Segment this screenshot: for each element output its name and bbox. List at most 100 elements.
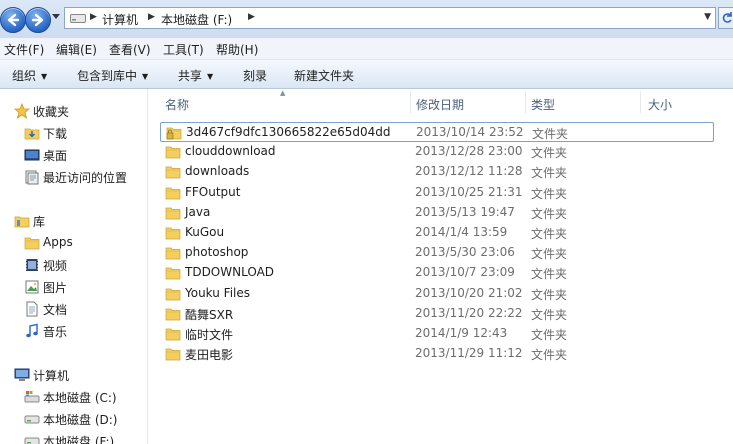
file-row[interactable]: FFOutput 2013/10/25 21:31 文件夹 [160,183,714,203]
file-name: clouddownload [185,144,276,159]
column-header-type[interactable]: 类型 [531,96,555,113]
column-header-name[interactable]: 名称 [165,96,189,113]
address-history-dropdown[interactable]: ▼ [704,12,711,22]
chevron-down-icon: ▼ [142,72,149,81]
address-field[interactable]: ▶ 计算机 ▶ 本地磁盘 (F:) ▶ ▼ [64,7,716,29]
organize-button[interactable]: 组织 ▼ [12,67,47,84]
file-row[interactable]: 3d467cf9dfc130665822e65d04dd 2013/10/14 2… [160,122,714,142]
nav-item-label: 本地磁盘 (F:) [43,435,115,444]
file-row[interactable]: photoshop 2013/5/30 23:06 文件夹 [160,243,714,263]
picture-icon [25,280,39,294]
drive-icon [24,415,40,424]
file-row[interactable]: TDDOWNLOAD 2013/10/7 23:09 文件夹 [160,263,714,283]
column-header-date[interactable]: 修改日期 [416,96,464,113]
nav-item-label: 最近访问的位置 [43,171,128,185]
music-icon [26,323,38,338]
menu-file[interactable]: 文件(F) [4,41,44,58]
file-row[interactable]: 酷舞SXR 2013/11/20 22:22 文件夹 [160,304,714,324]
sort-ascending-icon: ▲ [280,89,286,97]
folder-icon [165,265,181,284]
share-button[interactable]: 共享 ▼ [178,67,213,84]
nav-favorites-label: 收藏夹 [33,105,70,119]
folder-icon [165,164,181,183]
file-type: 文件夹 [531,166,568,181]
folder-icon [165,185,181,204]
forward-button[interactable] [25,7,51,33]
file-type: 文件夹 [531,348,568,363]
menu-edit[interactable]: 编辑(E) [56,41,97,58]
recent-places-icon [25,170,39,185]
file-name: 临时文件 [185,328,234,342]
menu-bar: 文件(F) 编辑(E) 查看(V) 工具(T) 帮助(H) [0,38,733,60]
column-header-size[interactable]: 大小 [648,96,672,113]
file-type: 文件夹 [531,186,568,201]
file-row[interactable]: Youku Files 2013/10/20 21:02 文件夹 [160,284,714,304]
file-modified-date: 2013/10/20 21:02 [415,285,523,300]
refresh-button[interactable] [718,7,733,29]
refresh-icon [722,12,732,23]
nav-item-label: 视频 [43,259,68,273]
file-modified-date: 2013/11/29 11:12 [415,346,523,361]
file-type: 文件夹 [531,307,568,322]
breadcrumb-separator[interactable]: ▶ [148,12,155,22]
breadcrumb-drive-f[interactable]: 本地磁盘 (F:) [161,11,232,28]
back-button[interactable] [0,7,26,33]
column-divider[interactable] [525,91,526,113]
column-divider[interactable] [640,91,641,113]
file-name: photoshop [185,245,249,260]
file-type: 文件夹 [531,267,568,282]
menu-help[interactable]: 帮助(H) [216,41,258,58]
file-type: 文件夹 [531,328,568,342]
file-type: 文件夹 [531,146,568,161]
file-type: 文件夹 [531,247,568,262]
file-list-pane: ▲ 名称 修改日期 类型 大小 3d467cf9dfc130665822e65d… [148,89,733,444]
command-bar: 组织 ▼ 包含到库中 ▼ 共享 ▼ 刻录 新建文件夹 [0,60,733,89]
include-in-library-button[interactable]: 包含到库中 ▼ [77,67,148,84]
file-row[interactable]: 麦田电影 2013/11/29 11:12 文件夹 [160,344,714,364]
file-name: downloads [185,164,250,179]
file-name: 麦田电影 [185,348,234,363]
file-type: 文件夹 [531,287,568,302]
file-row[interactable]: clouddownload 2013/12/28 23:00 文件夹 [160,142,714,162]
file-modified-date: 2013/10/25 21:31 [415,184,523,199]
file-name: KuGou [185,225,225,239]
file-name: TDDOWNLOAD [185,265,275,280]
folder-icon [165,306,181,325]
file-row[interactable]: downloads 2013/12/12 11:28 文件夹 [160,162,714,182]
file-modified-date: 2013/10/7 23:09 [415,265,515,280]
file-modified-date: 2014/1/4 13:59 [415,225,508,239]
file-row[interactable]: Java 2013/5/13 19:47 文件夹 [160,203,714,223]
folder-icon [165,144,181,163]
breadcrumb-separator[interactable]: ▶ [248,12,255,22]
column-divider[interactable] [410,91,411,113]
nav-item-label: 下载 [43,127,68,141]
new-folder-button[interactable]: 新建文件夹 [294,67,354,84]
organize-label: 组织 [12,69,37,83]
desktop-icon [24,149,40,161]
menu-tools[interactable]: 工具(T) [163,41,204,58]
nav-computer-label: 计算机 [33,369,70,383]
burn-button[interactable]: 刻录 [243,67,267,84]
recent-pages-dropdown-icon[interactable] [52,14,60,20]
menu-view[interactable]: 查看(V) [109,41,151,58]
chevron-down-icon: ▼ [41,72,48,81]
file-row[interactable]: KuGou 2014/1/4 13:59 文件夹 [160,223,714,243]
address-bar-area: ▶ 计算机 ▶ 本地磁盘 (F:) ▶ ▼ [0,0,733,38]
breadcrumb-separator[interactable]: ▶ [90,12,97,22]
nav-item-label: 本地磁盘 (C:) [43,391,117,405]
file-name: FFOutput [185,184,241,199]
video-icon [26,259,38,271]
file-modified-date: 2013/5/30 23:06 [415,245,515,260]
folder-icon [165,205,181,224]
folder-icon [165,225,181,244]
breadcrumb-computer[interactable]: 计算机 [102,11,138,28]
file-modified-date: 2014/1/9 12:43 [415,326,508,340]
folder-icon [165,326,181,345]
file-name: 3d467cf9dfc130665822e65d04dd [186,125,391,139]
nav-item-label: 图片 [43,281,68,295]
folder-icon [165,245,181,264]
file-row[interactable]: 临时文件 2014/1/9 12:43 文件夹 [160,324,714,344]
drive-icon [70,14,86,23]
computer-icon [14,368,30,381]
include-in-library-label: 包含到库中 [77,69,138,83]
